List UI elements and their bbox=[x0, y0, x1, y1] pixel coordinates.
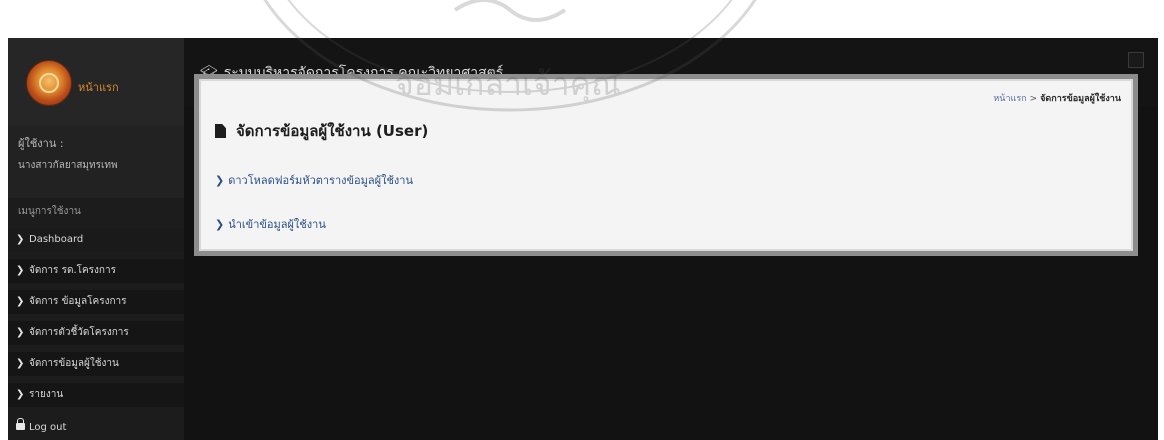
chevron-right-icon: ❯ bbox=[16, 358, 25, 369]
home-link[interactable]: หน้าแรก bbox=[78, 78, 119, 96]
action-label: ดาวโหลดฟอร์มหัวตารางข้อมูลผู้ใช้งาน bbox=[228, 174, 413, 187]
sidebar-item-dashboard[interactable]: ❯ Dashboard bbox=[8, 228, 184, 252]
user-name: นางสาวกัลยาสมุทรเทพ bbox=[18, 160, 118, 171]
page-title-text: จัดการข้อมูลผู้ใช้งาน (User) bbox=[236, 122, 429, 140]
breadcrumb-home[interactable]: หน้าแรก bbox=[993, 94, 1026, 104]
content-card: หน้าแรก > จัดการข้อมูลผู้ใช้งาน จัดการข้อม… bbox=[199, 79, 1133, 251]
breadcrumb-separator: > bbox=[1029, 94, 1038, 104]
sidebar-item-project-budget[interactable]: ❯ จัดการ รด.โครงการ bbox=[8, 259, 184, 283]
logout-link[interactable]: Log out bbox=[16, 418, 67, 433]
chevron-right-icon: ❯ bbox=[215, 218, 225, 231]
breadcrumb-current: จัดการข้อมูลผู้ใช้งาน bbox=[1040, 94, 1121, 104]
document-icon bbox=[215, 124, 226, 138]
page-title: จัดการข้อมูลผู้ใช้งาน (User) bbox=[215, 119, 428, 143]
import-users-link[interactable]: ❯ นำเข้าข้อมูลผู้ใช้งาน bbox=[215, 215, 326, 233]
chevron-right-icon: ❯ bbox=[16, 327, 25, 338]
menu-heading: เมนูการใช้งาน bbox=[18, 206, 81, 217]
chevron-right-icon: ❯ bbox=[16, 265, 25, 276]
lock-icon bbox=[16, 418, 25, 430]
sidebar: หน้าแรก ผู้ใช้งาน : นางสาวกัลยาสมุทรเทพ … bbox=[8, 38, 184, 440]
logo-row: หน้าแรก bbox=[8, 38, 184, 126]
logout-label: Log out bbox=[29, 422, 67, 433]
sidebar-item-reports[interactable]: ❯ รายงาน bbox=[8, 383, 184, 407]
chevron-right-icon: ❯ bbox=[16, 234, 25, 245]
breadcrumb: หน้าแรก > จัดการข้อมูลผู้ใช้งาน bbox=[993, 91, 1121, 105]
action-label: นำเข้าข้อมูลผู้ใช้งาน bbox=[228, 218, 326, 231]
sidebar-item-label: จัดการ รด.โครงการ bbox=[29, 265, 116, 276]
content-card-frame: หน้าแรก > จัดการข้อมูลผู้ใช้งาน จัดการข้อม… bbox=[194, 74, 1138, 256]
download-template-link[interactable]: ❯ ดาวโหลดฟอร์มหัวตารางข้อมูลผู้ใช้งาน bbox=[215, 171, 413, 189]
university-logo-icon[interactable] bbox=[26, 60, 72, 106]
sidebar-item-label: จัดการ ข้อมูลโครงการ bbox=[29, 296, 127, 307]
chevron-right-icon: ❯ bbox=[215, 174, 225, 187]
sidebar-item-label: Dashboard bbox=[29, 234, 84, 245]
chevron-right-icon: ❯ bbox=[16, 296, 25, 307]
sidebar-item-label: จัดการตัวชี้วัดโครงการ bbox=[29, 327, 129, 338]
sidebar-item-user-management[interactable]: ❯ จัดการข้อมูลผู้ใช้งาน bbox=[8, 352, 184, 376]
window-toggle-button[interactable] bbox=[1128, 52, 1144, 68]
sidebar-item-project-data[interactable]: ❯ จัดการ ข้อมูลโครงการ bbox=[8, 290, 184, 314]
sidebar-item-label: จัดการข้อมูลผู้ใช้งาน bbox=[29, 358, 119, 369]
user-label: ผู้ใช้งาน : bbox=[18, 137, 64, 150]
sidebar-item-project-indicators[interactable]: ❯ จัดการตัวชี้วัดโครงการ bbox=[8, 321, 184, 345]
sidebar-item-label: รายงาน bbox=[29, 389, 64, 400]
chevron-right-icon: ❯ bbox=[16, 389, 25, 400]
